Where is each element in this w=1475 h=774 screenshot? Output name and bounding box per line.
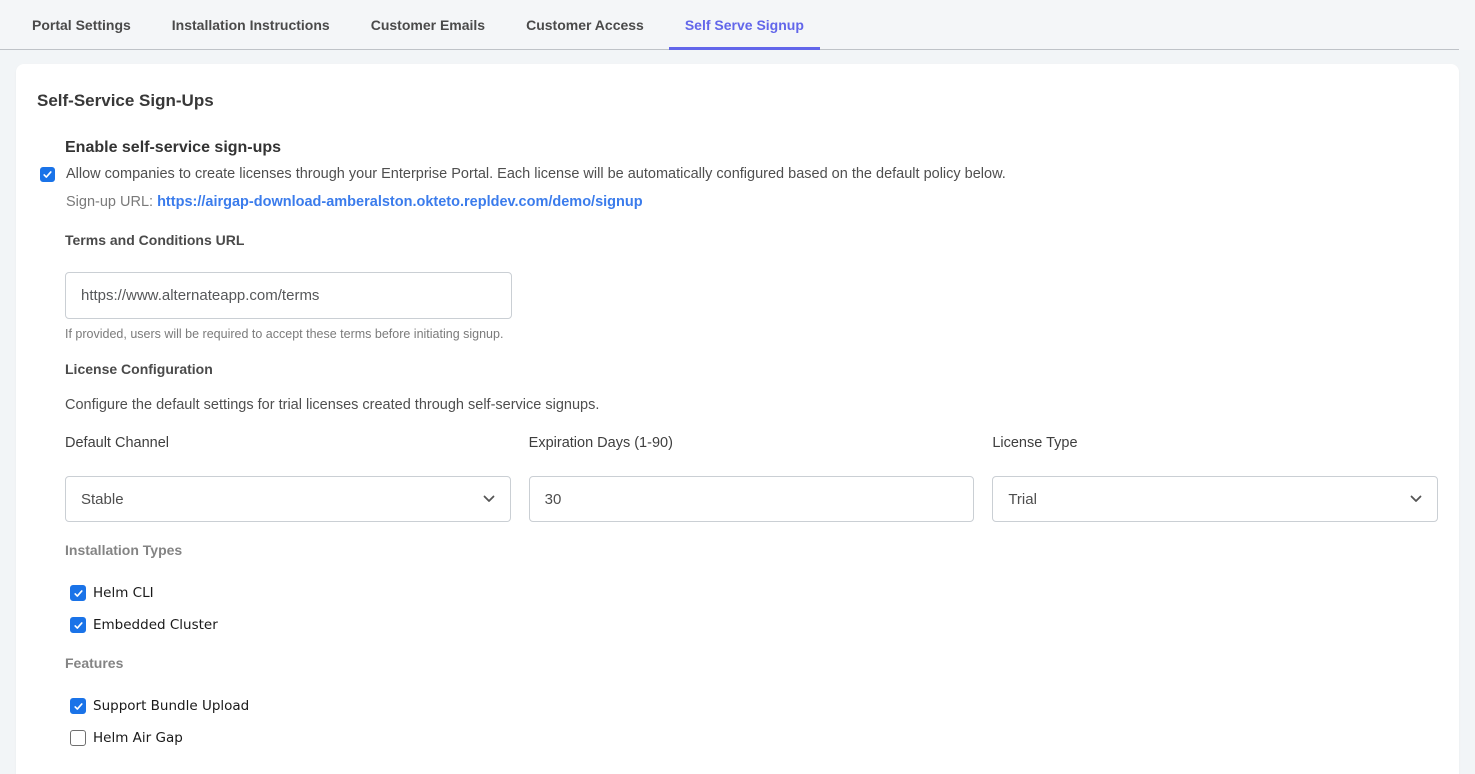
installation-types-list: Helm CLI Embedded Cluster bbox=[70, 585, 1438, 633]
checkmark-icon bbox=[73, 701, 84, 712]
support-bundle-upload-label: Support Bundle Upload bbox=[93, 698, 249, 714]
enable-signups-heading: Enable self-service sign-ups bbox=[65, 140, 1438, 156]
default-channel-column: Default Channel Stable bbox=[65, 436, 511, 522]
signup-url-link[interactable]: https://airgap-download-amberalston.okte… bbox=[157, 194, 643, 210]
license-config-grid: Default Channel Stable Expiration Days (… bbox=[65, 436, 1438, 522]
enable-signups-description: Allow companies to create licenses throu… bbox=[66, 166, 1006, 182]
terms-url-label: Terms and Conditions URL bbox=[65, 233, 1438, 248]
list-item: Helm Air Gap bbox=[70, 730, 1438, 746]
installation-types-label: Installation Types bbox=[65, 543, 1438, 557]
list-item: Embedded Cluster bbox=[70, 617, 1438, 633]
terms-url-input[interactable] bbox=[65, 272, 512, 319]
settings-tabbar: Portal Settings Installation Instruction… bbox=[0, 0, 1475, 50]
page-title: Self-Service Sign-Ups bbox=[37, 92, 1438, 109]
license-configuration-label: License Configuration bbox=[65, 362, 1438, 377]
enable-signups-row: Allow companies to create licenses throu… bbox=[40, 166, 1438, 182]
helm-air-gap-checkbox[interactable] bbox=[70, 730, 86, 746]
features-list: Support Bundle Upload Helm Air Gap bbox=[70, 698, 1438, 746]
helm-air-gap-label: Helm Air Gap bbox=[93, 730, 183, 746]
tab-customer-access[interactable]: Customer Access bbox=[510, 0, 660, 50]
tab-installation-instructions[interactable]: Installation Instructions bbox=[156, 0, 346, 50]
expiration-days-column: Expiration Days (1-90) bbox=[529, 436, 975, 522]
list-item: Support Bundle Upload bbox=[70, 698, 1438, 714]
license-type-value: Trial bbox=[1008, 491, 1037, 508]
default-channel-select[interactable]: Stable bbox=[65, 476, 511, 522]
chevron-down-icon bbox=[483, 495, 495, 503]
license-type-select[interactable]: Trial bbox=[992, 476, 1438, 522]
embedded-cluster-checkbox[interactable] bbox=[70, 617, 86, 633]
license-type-column: License Type Trial bbox=[992, 436, 1438, 522]
expiration-days-input[interactable] bbox=[529, 476, 975, 522]
tab-customer-emails[interactable]: Customer Emails bbox=[355, 0, 501, 50]
enable-signups-checkbox[interactable] bbox=[40, 167, 55, 182]
checkmark-icon bbox=[42, 169, 53, 180]
chevron-down-icon bbox=[1410, 495, 1422, 503]
list-item: Helm CLI bbox=[70, 585, 1438, 601]
terms-helper-text: If provided, users will be required to a… bbox=[65, 328, 1438, 341]
license-configuration-description: Configure the default settings for trial… bbox=[65, 398, 1438, 413]
tab-portal-settings[interactable]: Portal Settings bbox=[16, 0, 147, 50]
signup-url-line: Sign-up URL: https://airgap-download-amb… bbox=[66, 195, 1438, 210]
signup-url-label: Sign-up URL: bbox=[66, 194, 153, 210]
checkmark-icon bbox=[73, 620, 84, 631]
tab-self-serve-signup[interactable]: Self Serve Signup bbox=[669, 0, 820, 50]
support-bundle-upload-checkbox[interactable] bbox=[70, 698, 86, 714]
helm-cli-label: Helm CLI bbox=[93, 585, 154, 601]
license-type-label: License Type bbox=[992, 436, 1438, 451]
features-label: Features bbox=[65, 656, 1438, 670]
default-channel-value: Stable bbox=[81, 491, 124, 508]
checkmark-icon bbox=[73, 588, 84, 599]
helm-cli-checkbox[interactable] bbox=[70, 585, 86, 601]
self-service-signups-card: Self-Service Sign-Ups Enable self-servic… bbox=[16, 64, 1459, 774]
expiration-days-label: Expiration Days (1-90) bbox=[529, 436, 975, 451]
default-channel-label: Default Channel bbox=[65, 436, 511, 451]
embedded-cluster-label: Embedded Cluster bbox=[93, 617, 218, 633]
